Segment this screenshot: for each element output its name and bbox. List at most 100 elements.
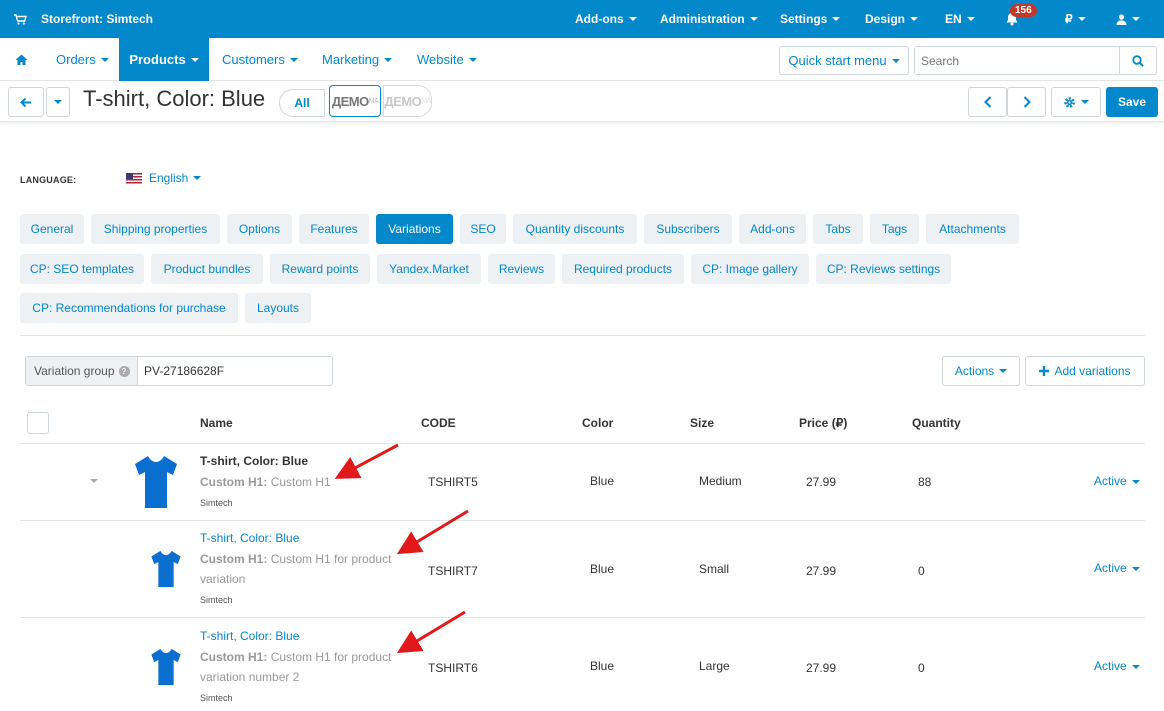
user-menu[interactable] — [1116, 0, 1140, 38]
back-button[interactable] — [8, 87, 44, 117]
variation-price[interactable]: 27.99 — [806, 564, 836, 578]
menu-currency[interactable]: ₽ — [1065, 0, 1086, 38]
nav-customers[interactable]: Customers — [222, 38, 298, 81]
tshirt-image[interactable] — [133, 455, 179, 509]
vendor-name: Simtech — [200, 693, 233, 703]
search-input[interactable] — [915, 47, 1120, 74]
tab-cp-image-gallery[interactable]: CP: Image gallery — [691, 254, 809, 284]
home-button[interactable] — [0, 38, 42, 81]
column-color: Color — [582, 416, 614, 430]
quick-start-label: Quick start menu — [788, 53, 887, 68]
vendor-name: Simtech — [200, 498, 233, 508]
variation-group-value[interactable]: PV-27186628F — [138, 357, 332, 385]
settings-dropdown-button[interactable] — [1051, 87, 1101, 117]
add-variations-button[interactable]: Add variations — [1025, 356, 1145, 386]
all-storefronts-button[interactable]: All — [279, 89, 325, 117]
menu-settings[interactable]: Settings — [780, 0, 841, 38]
tshirt-image[interactable] — [150, 550, 182, 588]
menu-addons-label: Add-ons — [575, 12, 624, 26]
storefront-demo-2-label: ДЕМО — [384, 93, 422, 109]
storefront-demo-1[interactable]: ДЕМО MA — [329, 85, 381, 117]
menu-addons[interactable]: Add-ons — [575, 0, 637, 38]
save-button[interactable]: Save — [1106, 87, 1158, 117]
storefront-demo-2[interactable]: ДЕМО MA — [383, 85, 432, 117]
tab-reviews[interactable]: Reviews — [488, 254, 555, 284]
column-size: Size — [690, 416, 715, 430]
nav-website[interactable]: Website — [417, 38, 477, 81]
tab-addons[interactable]: Add-ons — [739, 214, 806, 244]
variation-quantity[interactable]: 0 — [918, 564, 925, 578]
storefront-link[interactable]: Storefront: Simtech — [0, 12, 153, 26]
nav-customers-label: Customers — [222, 52, 285, 67]
product-name-link[interactable]: T-shirt, Color: Blue — [200, 531, 299, 545]
menu-language[interactable]: EN — [945, 0, 975, 38]
chevron-down-icon — [289, 57, 298, 62]
chevron-down-icon — [468, 57, 477, 62]
product-code: TSHIRT5 — [428, 475, 478, 489]
nav-orders[interactable]: Orders — [56, 38, 109, 81]
column-code: CODE — [421, 416, 456, 430]
tab-subscribers[interactable]: Subscribers — [644, 214, 732, 244]
language-selector[interactable]: English — [126, 171, 202, 185]
status-dropdown[interactable]: Active — [1094, 474, 1140, 488]
chevron-down-icon — [832, 17, 841, 21]
quick-start-menu-button[interactable]: Quick start menu — [779, 46, 909, 75]
nav-products-label: Products — [129, 52, 186, 67]
tshirt-image[interactable] — [150, 648, 182, 686]
variation-color: Blue — [590, 562, 615, 576]
nav-products[interactable]: Products — [119, 38, 209, 81]
variation-size: Large — [699, 659, 730, 673]
variation-quantity[interactable]: 0 — [918, 661, 925, 675]
tab-features[interactable]: Features — [299, 214, 369, 244]
tab-cp-recommendations[interactable]: CP: Recommendations for purchase — [20, 293, 238, 323]
tab-product-bundles[interactable]: Product bundles — [151, 254, 263, 284]
chevron-down-icon — [1131, 664, 1140, 669]
variation-quantity[interactable]: 88 — [918, 475, 931, 489]
tab-yandex-market[interactable]: Yandex.Market — [377, 254, 481, 284]
tab-general[interactable]: General — [20, 214, 84, 244]
tab-cp-reviews-settings[interactable]: CP: Reviews settings — [816, 254, 951, 284]
tab-shipping-properties[interactable]: Shipping properties — [91, 214, 220, 244]
tab-seo[interactable]: SEO — [460, 214, 506, 244]
tab-reward-points[interactable]: Reward points — [270, 254, 370, 284]
previous-product-button[interactable] — [968, 87, 1007, 117]
nav-marketing[interactable]: Marketing — [322, 38, 393, 81]
help-icon[interactable]: ? — [118, 365, 130, 377]
product-name-link[interactable]: T-shirt, Color: Blue — [200, 629, 299, 643]
collapse-chevron-icon[interactable] — [90, 479, 98, 483]
product-name[interactable]: T-shirt, Color: Blue — [200, 454, 308, 468]
gear-icon — [1064, 96, 1075, 108]
next-product-button[interactable] — [1007, 87, 1046, 117]
variation-group-label-text: Variation group — [34, 364, 115, 378]
menu-currency-label: ₽ — [1065, 12, 1073, 26]
nav-marketing-label: Marketing — [322, 52, 380, 67]
chevron-down-icon — [1131, 479, 1140, 484]
tab-required-products[interactable]: Required products — [562, 254, 684, 284]
plus-icon — [1039, 366, 1050, 376]
select-all-checkbox[interactable] — [27, 412, 49, 434]
home-icon — [15, 54, 27, 65]
tab-variations[interactable]: Variations — [376, 214, 453, 244]
tab-options[interactable]: Options — [227, 214, 292, 244]
menu-design[interactable]: Design — [865, 0, 919, 38]
tab-tags[interactable]: Tags — [870, 214, 919, 244]
menu-administration[interactable]: Administration — [660, 0, 758, 38]
tab-cp-seo-templates[interactable]: CP: SEO templates — [20, 254, 144, 284]
menu-language-label: EN — [945, 12, 962, 26]
language-value: English — [149, 171, 189, 185]
storefront-label: Storefront: Simtech — [41, 12, 154, 26]
variation-price[interactable]: 27.99 — [806, 661, 836, 675]
status-dropdown[interactable]: Active — [1094, 561, 1140, 575]
custom-h1-continuation: variation — [200, 572, 246, 586]
variation-price[interactable]: 27.99 — [806, 475, 836, 489]
search-button[interactable] — [1119, 47, 1156, 74]
variation-group-field: Variation group? PV-27186628F — [25, 356, 333, 386]
tab-tabs[interactable]: Tabs — [813, 214, 863, 244]
tab-layouts[interactable]: Layouts — [245, 293, 311, 323]
back-dropdown-button[interactable] — [46, 87, 70, 117]
tab-attachments[interactable]: Attachments — [926, 214, 1019, 244]
tab-quantity-discounts[interactable]: Quantity discounts — [513, 214, 637, 244]
status-dropdown[interactable]: Active — [1094, 659, 1140, 673]
custom-h1-label: Custom H1: — [200, 650, 268, 664]
actions-dropdown-button[interactable]: Actions — [942, 356, 1020, 386]
